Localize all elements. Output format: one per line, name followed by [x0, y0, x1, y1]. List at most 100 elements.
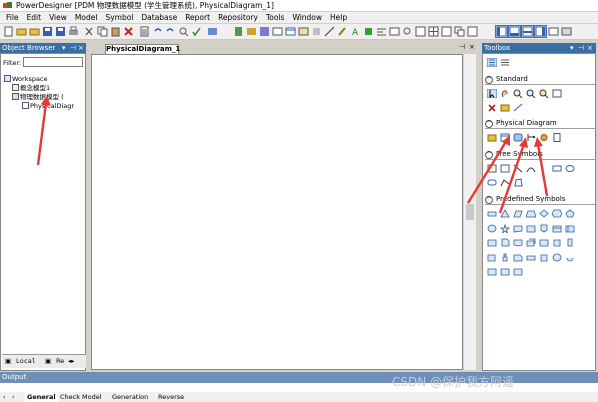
zoom-out-icon[interactable]: [526, 89, 536, 98]
predefined-symbol-icon[interactable]: [487, 224, 497, 233]
open-folder-icon[interactable]: [29, 26, 40, 37]
text-symbol-icon[interactable]: [500, 164, 510, 173]
tree-item-conceptual-model[interactable]: 概念模型1: [4, 84, 74, 93]
tile-icon[interactable]: [467, 26, 478, 37]
cascade-icon[interactable]: [454, 26, 465, 37]
scroll-right-icon[interactable]: ›: [12, 392, 15, 402]
section-physical-diagram[interactable]: ^ Physical Diagram: [485, 118, 595, 129]
tree-item-physical-model[interactable]: 物理数据模型 (: [4, 93, 74, 102]
grabber-icon[interactable]: [500, 89, 510, 98]
doc-pin-icon[interactable]: ⊣: [459, 43, 465, 51]
predefined-symbol-icon[interactable]: [552, 209, 562, 218]
menu-model[interactable]: Model: [71, 13, 102, 22]
new-icon[interactable]: [3, 26, 14, 37]
scroll-thumb[interactable]: [466, 204, 474, 220]
predefined-symbol-icon[interactable]: [487, 238, 497, 247]
predefined-symbol-icon[interactable]: [526, 253, 536, 262]
copy-icon[interactable]: [97, 26, 108, 37]
vertical-scrollbar[interactable]: [464, 54, 476, 370]
tree-item-workspace[interactable]: Workspace: [4, 75, 74, 84]
cut-icon[interactable]: [84, 26, 95, 37]
workspace-icon[interactable]: [548, 26, 559, 37]
ellipse-icon[interactable]: [565, 164, 575, 173]
grid-icon[interactable]: [428, 26, 439, 37]
open-package-icon[interactable]: [539, 89, 549, 98]
align-icon[interactable]: [376, 26, 387, 37]
view-icon[interactable]: [298, 26, 309, 37]
tab-local[interactable]: Local: [16, 357, 36, 365]
predefined-symbol-icon[interactable]: [513, 224, 523, 233]
pin-icon[interactable]: ⊣: [578, 43, 584, 53]
tab-general[interactable]: General: [25, 392, 58, 402]
tab-scroll-icon[interactable]: ◂▸: [68, 357, 75, 365]
table-icon[interactable]: [285, 26, 296, 37]
table-icon[interactable]: [500, 133, 510, 142]
model-icon[interactable]: [259, 26, 270, 37]
line-symbol-icon[interactable]: [513, 164, 523, 173]
browser-toggle-icon[interactable]: [495, 25, 508, 38]
predefined-symbol-icon[interactable]: [487, 209, 497, 218]
section-standard[interactable]: ^ Standard: [485, 74, 595, 85]
pointer-icon[interactable]: [487, 89, 497, 98]
open-folder-icon[interactable]: [16, 26, 27, 37]
tab-check-model[interactable]: Check Model: [60, 392, 102, 402]
predefined-symbol-icon[interactable]: [500, 209, 510, 218]
predefined-symbol-icon[interactable]: [526, 209, 536, 218]
pen-icon[interactable]: [337, 26, 348, 37]
predefined-symbol-icon[interactable]: [552, 238, 562, 247]
pin-icon[interactable]: ⊣: [70, 43, 76, 53]
predefined-symbol-icon[interactable]: [500, 223, 510, 233]
polygon-icon[interactable]: [513, 178, 523, 187]
predefined-symbol-icon[interactable]: [487, 267, 497, 276]
predefined-symbol-icon[interactable]: [539, 209, 549, 218]
menu-window[interactable]: Window: [288, 13, 326, 22]
filter-input[interactable]: [23, 57, 83, 67]
predefined-symbol-icon[interactable]: [526, 238, 536, 247]
undo-icon[interactable]: [152, 26, 163, 37]
section-predefined-symbols[interactable]: ^ Predefined Symbols: [485, 194, 595, 205]
diagram-icon[interactable]: [272, 26, 283, 37]
pane-menu-icon[interactable]: ▾: [570, 43, 574, 53]
polyline-icon[interactable]: [500, 178, 510, 187]
list-view-icon[interactable]: [487, 58, 497, 67]
menu-tools[interactable]: Tools: [262, 13, 288, 22]
pane-menu-icon[interactable]: ▾: [62, 43, 66, 53]
predefined-symbol-icon[interactable]: [513, 238, 523, 247]
format-icon[interactable]: [389, 26, 400, 37]
line-icon[interactable]: [324, 26, 335, 37]
paste-icon[interactable]: [110, 26, 121, 37]
menu-database[interactable]: Database: [137, 13, 181, 22]
save-all-icon[interactable]: [55, 26, 66, 37]
note-icon[interactable]: [487, 164, 497, 173]
menu-repository[interactable]: Repository: [214, 13, 262, 22]
predefined-symbol-icon[interactable]: [565, 224, 575, 233]
icon-view-icon[interactable]: [500, 58, 510, 67]
close-icon[interactable]: ×: [78, 43, 84, 53]
doc-close-icon[interactable]: ×: [469, 43, 475, 51]
dock-icon[interactable]: [561, 26, 572, 37]
zoom-in-icon[interactable]: [513, 89, 523, 98]
predefined-symbol-icon[interactable]: [539, 224, 549, 233]
section-free-symbols[interactable]: ^ Free Symbols: [485, 149, 595, 160]
layout-icon[interactable]: [415, 26, 426, 37]
shape-icon[interactable]: [311, 26, 322, 37]
rounded-rectangle-icon[interactable]: [487, 178, 497, 187]
toolbox-toggle-icon[interactable]: [534, 25, 547, 38]
result-list-toggle-icon[interactable]: [521, 25, 534, 38]
predefined-symbol-icon[interactable]: [513, 267, 523, 276]
predefined-symbol-icon[interactable]: [565, 253, 575, 262]
zoom-icon[interactable]: [402, 26, 413, 37]
menu-edit[interactable]: Edit: [23, 13, 46, 22]
package-icon[interactable]: [487, 133, 497, 142]
tab-reverse[interactable]: Reverse: [158, 392, 184, 402]
link-icon[interactable]: [513, 103, 523, 112]
procedure-icon[interactable]: [539, 133, 549, 142]
delete-icon[interactable]: [487, 103, 497, 112]
properties-icon[interactable]: [552, 89, 562, 98]
predefined-symbol-icon[interactable]: [552, 253, 562, 262]
window-icon[interactable]: [441, 26, 452, 37]
view-icon[interactable]: [513, 133, 523, 142]
color-icon[interactable]: [363, 26, 374, 37]
repository-icon[interactable]: [246, 26, 257, 37]
scroll-left-icon[interactable]: ‹: [3, 392, 6, 402]
